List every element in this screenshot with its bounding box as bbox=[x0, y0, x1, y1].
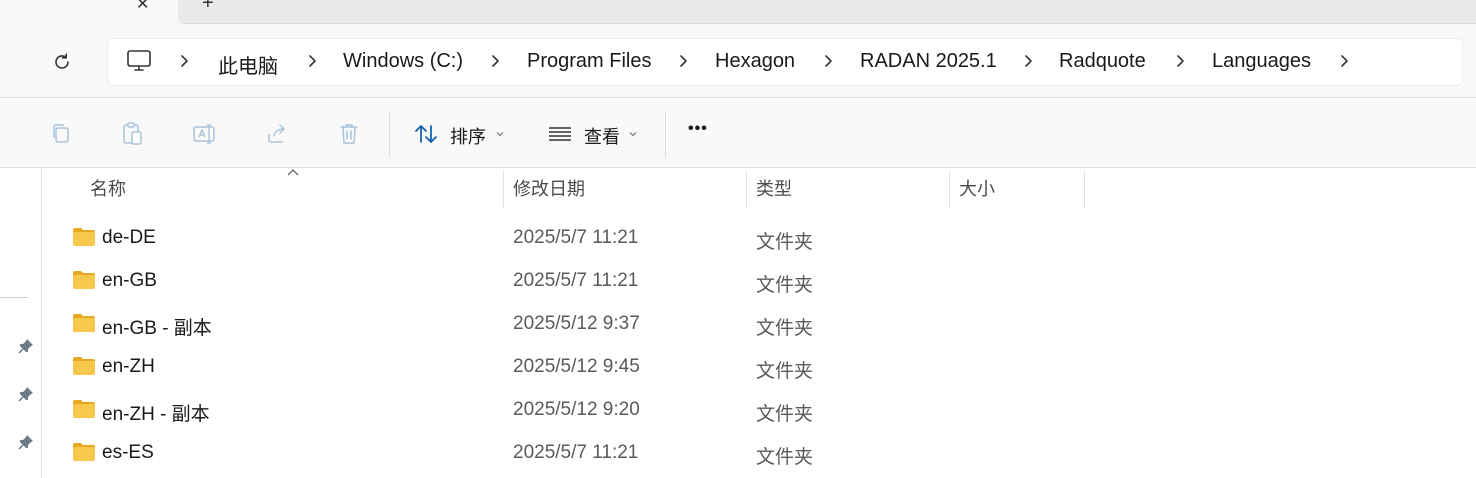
paste-icon bbox=[123, 122, 142, 145]
breadcrumb-chevron-icon[interactable] bbox=[177, 50, 191, 72]
column-header-size[interactable]: 大小 bbox=[959, 168, 995, 210]
column-header-modified[interactable]: 修改日期 bbox=[513, 168, 585, 210]
folder-icon bbox=[73, 228, 95, 246]
column-divider[interactable] bbox=[949, 170, 950, 208]
file-modified: 2025/5/12 9:20 bbox=[513, 399, 640, 420]
file-type: 文件夹 bbox=[756, 361, 814, 382]
breadcrumb-program-files[interactable]: Program Files bbox=[527, 50, 651, 73]
file-row[interactable]: es-ES 2025/5/7 11:21 文件夹 bbox=[44, 431, 1084, 474]
folder-icon bbox=[73, 314, 95, 332]
file-name: en-GB bbox=[102, 270, 157, 291]
copy-button[interactable] bbox=[47, 120, 75, 148]
breadcrumb-hexagon[interactable]: Hexagon bbox=[715, 50, 795, 73]
breadcrumb-radquote[interactable]: Radquote bbox=[1059, 50, 1146, 73]
file-type: 文件夹 bbox=[756, 447, 814, 468]
nav-divider bbox=[0, 297, 28, 298]
breadcrumb-radan[interactable]: RADAN 2025.1 bbox=[860, 50, 997, 73]
file-row[interactable]: en-ZH - 副本 2025/5/12 9:20 文件夹 bbox=[44, 388, 1084, 431]
folder-icon bbox=[73, 357, 95, 375]
file-type: 文件夹 bbox=[756, 232, 814, 253]
column-header-type[interactable]: 类型 bbox=[756, 168, 792, 210]
file-modified: 2025/5/12 9:37 bbox=[513, 313, 640, 334]
file-row[interactable]: en-GB 2025/5/7 11:21 文件夹 bbox=[44, 259, 1084, 302]
breadcrumb-chevron-icon[interactable] bbox=[305, 50, 319, 72]
computer-icon bbox=[127, 50, 151, 71]
folder-icon bbox=[73, 271, 95, 289]
navigation-pane bbox=[0, 168, 42, 478]
active-tab[interactable]: ✕ bbox=[0, 0, 178, 24]
toolbar-divider bbox=[389, 112, 390, 158]
view-list-icon bbox=[549, 127, 571, 141]
file-name: en-GB - 副本 bbox=[102, 318, 212, 339]
rename-icon bbox=[193, 124, 215, 144]
view-chevron-down-icon[interactable] bbox=[628, 129, 638, 139]
file-name: en-ZH - 副本 bbox=[102, 404, 210, 425]
file-type: 文件夹 bbox=[756, 404, 814, 425]
breadcrumb-chevron-icon[interactable] bbox=[1021, 50, 1035, 72]
pin-icon[interactable] bbox=[17, 385, 35, 403]
sort-icon bbox=[415, 125, 437, 143]
share-button[interactable] bbox=[263, 120, 291, 148]
breadcrumb-chevron-icon[interactable] bbox=[676, 50, 690, 72]
share-icon bbox=[268, 124, 286, 143]
file-row[interactable]: de-DE 2025/5/7 11:21 文件夹 bbox=[44, 216, 1084, 259]
breadcrumb-chevron-icon[interactable] bbox=[1337, 50, 1351, 72]
file-type: 文件夹 bbox=[756, 318, 814, 339]
pin-icon[interactable] bbox=[17, 433, 35, 451]
folder-icon bbox=[73, 400, 95, 418]
breadcrumb-windows-c[interactable]: Windows (C:) bbox=[343, 50, 463, 73]
refresh-icon bbox=[55, 53, 69, 69]
sort-ascending-icon bbox=[287, 169, 299, 176]
file-modified: 2025/5/7 11:21 bbox=[513, 227, 639, 248]
paste-button[interactable] bbox=[119, 120, 147, 148]
new-tab-icon[interactable]: + bbox=[202, 0, 214, 15]
refresh-button[interactable] bbox=[46, 48, 78, 76]
breadcrumb-languages[interactable]: Languages bbox=[1212, 50, 1311, 73]
sort-label[interactable]: 排序 bbox=[450, 123, 486, 149]
breadcrumb-root[interactable] bbox=[126, 48, 152, 74]
column-divider[interactable] bbox=[1084, 170, 1085, 208]
sort-chevron-down-icon[interactable] bbox=[495, 129, 505, 139]
file-modified: 2025/5/7 11:21 bbox=[513, 270, 639, 291]
file-modified: 2025/5/7 11:21 bbox=[513, 442, 639, 463]
column-header-name[interactable]: 名称 bbox=[90, 168, 126, 210]
breadcrumb-chevron-icon[interactable] bbox=[821, 50, 835, 72]
file-name: en-ZH bbox=[102, 356, 155, 377]
view-button[interactable] bbox=[546, 120, 574, 148]
breadcrumb-chevron-icon[interactable] bbox=[1173, 50, 1187, 72]
file-name: de-DE bbox=[102, 227, 156, 248]
delete-button[interactable] bbox=[335, 120, 363, 148]
delete-icon bbox=[340, 124, 358, 144]
address-row: 此电脑 Windows (C:) Program Files Hexagon R… bbox=[0, 24, 1476, 98]
rename-button[interactable] bbox=[191, 120, 219, 148]
more-options-icon[interactable]: ••• bbox=[688, 120, 708, 138]
tab-strip: ✕ + bbox=[0, 0, 1476, 24]
tab-strip-background: + bbox=[178, 0, 1476, 24]
folder-icon bbox=[73, 443, 95, 461]
close-tab-icon[interactable]: ✕ bbox=[136, 0, 149, 14]
sort-button[interactable] bbox=[412, 120, 440, 148]
file-name: es-ES bbox=[102, 442, 154, 463]
column-divider[interactable] bbox=[503, 170, 504, 208]
command-bar: 排序 查看 ••• bbox=[0, 98, 1476, 168]
file-type: 文件夹 bbox=[756, 275, 814, 296]
pin-icon[interactable] bbox=[17, 337, 35, 355]
file-modified: 2025/5/12 9:45 bbox=[513, 356, 640, 377]
breadcrumb-this-pc[interactable]: 此电脑 bbox=[218, 50, 278, 79]
breadcrumb-chevron-icon[interactable] bbox=[488, 50, 502, 72]
column-divider[interactable] bbox=[746, 170, 747, 208]
copy-icon bbox=[53, 124, 69, 143]
file-row[interactable]: en-GB - 副本 2025/5/12 9:37 文件夹 bbox=[44, 302, 1084, 345]
file-row[interactable]: en-ZH 2025/5/12 9:45 文件夹 bbox=[44, 345, 1084, 388]
toolbar-divider bbox=[665, 112, 666, 158]
view-label[interactable]: 查看 bbox=[584, 123, 620, 149]
